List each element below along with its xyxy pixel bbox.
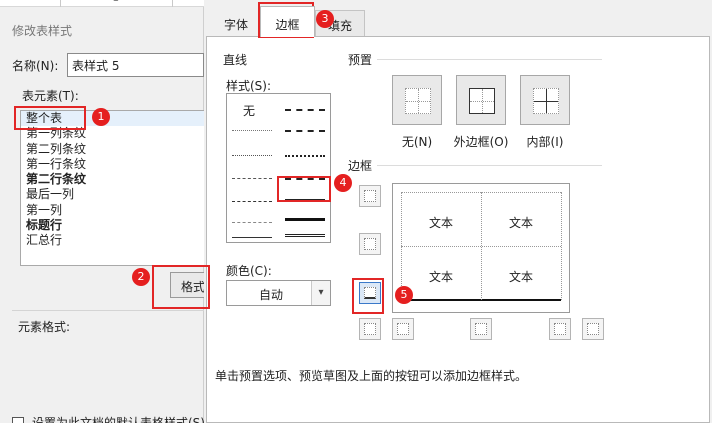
annotation-box-line-style [277,176,331,202]
preview-cell-text: 文本 [509,216,534,230]
preview-cell-text: 文本 [429,216,454,230]
preset-inside-icon [533,88,559,114]
preset-none-button[interactable] [392,75,442,125]
annotation-box-whole-table [14,106,86,130]
instruction-hint: 单击预置选项、预览草图及上面的按钮可以添加边框样式。 [215,369,528,383]
list-item[interactable]: 第一行条纹 [21,157,204,172]
border-group-label: 边框 [348,159,373,173]
preset-inside-button[interactable] [520,75,570,125]
line-style-sample[interactable] [232,222,272,223]
color-label: 颜色(C): [226,264,272,278]
column-separator [60,0,61,7]
default-style-checkbox[interactable] [12,417,24,423]
preset-outline-button[interactable] [456,75,506,125]
line-style-sample[interactable] [285,234,325,237]
preset-none-label: 无(N) [401,135,433,149]
border-right-button[interactable] [549,318,571,340]
tab-font[interactable]: 字体 [212,10,260,36]
preview-right-border [561,192,562,300]
line-style-sample[interactable] [285,155,325,157]
sheet-column-header-strip: G [0,0,204,7]
line-style-sample[interactable] [285,218,325,221]
format-cells-dialog: 字体 边框 填充 直线 样式(S): 无 颜色(C): 自动 ▾ 预置 无(N)… [204,0,712,423]
preset-outline-label: 外边框(O) [453,135,509,149]
chevron-down-icon[interactable]: ▾ [311,281,330,305]
preset-none-icon [405,88,431,114]
dialog-title: 修改表样式 [12,24,73,38]
line-group-label: 直线 [223,53,248,67]
line-style-sample[interactable] [232,130,272,131]
line-style-sample[interactable] [232,155,272,156]
preview-cell-text: 文本 [509,270,534,284]
table-elements-list[interactable]: 整个表 第一列条纹 第二列条纹 第一行条纹 第二行条纹 最后一列 第一列 标题行… [20,110,204,266]
annotation-badge: 5 [395,286,413,304]
tab-border[interactable]: 边框 [260,6,315,37]
style-label: 样式(S): [226,79,272,93]
preset-inside-label: 内部(I) [526,135,564,149]
list-item[interactable]: 汇总行 [21,233,204,248]
line-style-sample[interactable] [232,237,272,238]
style-name-input[interactable]: 表样式 5 [67,53,204,77]
divider [377,165,602,166]
list-item[interactable]: 第二行条纹 [21,172,204,187]
preview-inner-vertical [481,192,482,300]
border-diagonal-down-button[interactable] [582,318,604,340]
border-top-icon [364,190,376,202]
annotation-badge: 1 [92,108,110,126]
preview-cell-text: 文本 [429,270,454,284]
list-item[interactable]: 最后一列 [21,187,204,202]
annotation-badge: 4 [334,174,352,192]
line-style-sample[interactable] [285,130,325,132]
annotation-box-bottom-border-button [352,278,384,314]
border-horizontal-icon [364,238,376,250]
annotation-badge: 3 [316,10,334,28]
border-horizontal-inner-button[interactable] [359,233,381,255]
border-left-button[interactable] [392,318,414,340]
line-style-list[interactable]: 无 [226,93,331,243]
line-style-none[interactable]: 无 [243,102,255,119]
annotation-badge: 2 [132,268,150,286]
border-vertical-icon [475,323,487,335]
border-right-icon [554,323,566,335]
name-label: 名称(N): [12,59,59,73]
preset-outline-icon [469,88,495,114]
border-vertical-inner-button[interactable] [470,318,492,340]
border-left-icon [397,323,409,335]
border-preview[interactable]: 文本 文本 文本 文本 [392,183,570,313]
list-item[interactable]: 标题行 [21,218,204,233]
element-format-label: 元素格式: [18,320,71,334]
modify-table-style-dialog: G 修改表样式 名称(N): 表样式 5 表元素(T): 整个表 第一列条纹 第… [0,0,210,423]
column-separator [172,0,173,7]
diagonal-down-icon [587,323,599,335]
border-top-button[interactable] [359,185,381,207]
color-dropdown[interactable]: 自动 ▾ [226,280,331,306]
column-letter: G [112,0,119,4]
list-item[interactable]: 第二列条纹 [21,142,204,157]
list-item[interactable]: 第一列 [21,203,204,218]
divider [377,59,602,60]
line-style-sample[interactable] [232,178,272,179]
diagonal-up-icon [364,323,376,335]
line-style-sample[interactable] [285,109,325,111]
annotation-box-format-button [152,265,210,309]
default-style-checkbox-label: 设置为此文档的默认表格样式(S) [32,416,205,423]
color-dropdown-value: 自动 [259,288,284,302]
preview-left-border [401,192,402,300]
border-tab-panel: 直线 样式(S): 无 颜色(C): 自动 ▾ 预置 无(N) 外边框(O) 内… [206,36,710,423]
border-diagonal-up-button[interactable] [359,318,381,340]
divider [12,310,204,311]
presets-group-label: 预置 [348,53,373,67]
table-elements-label: 表元素(T): [22,89,79,103]
line-style-sample[interactable] [232,201,272,202]
tab-strip: 字体 边框 填充 [204,0,712,37]
